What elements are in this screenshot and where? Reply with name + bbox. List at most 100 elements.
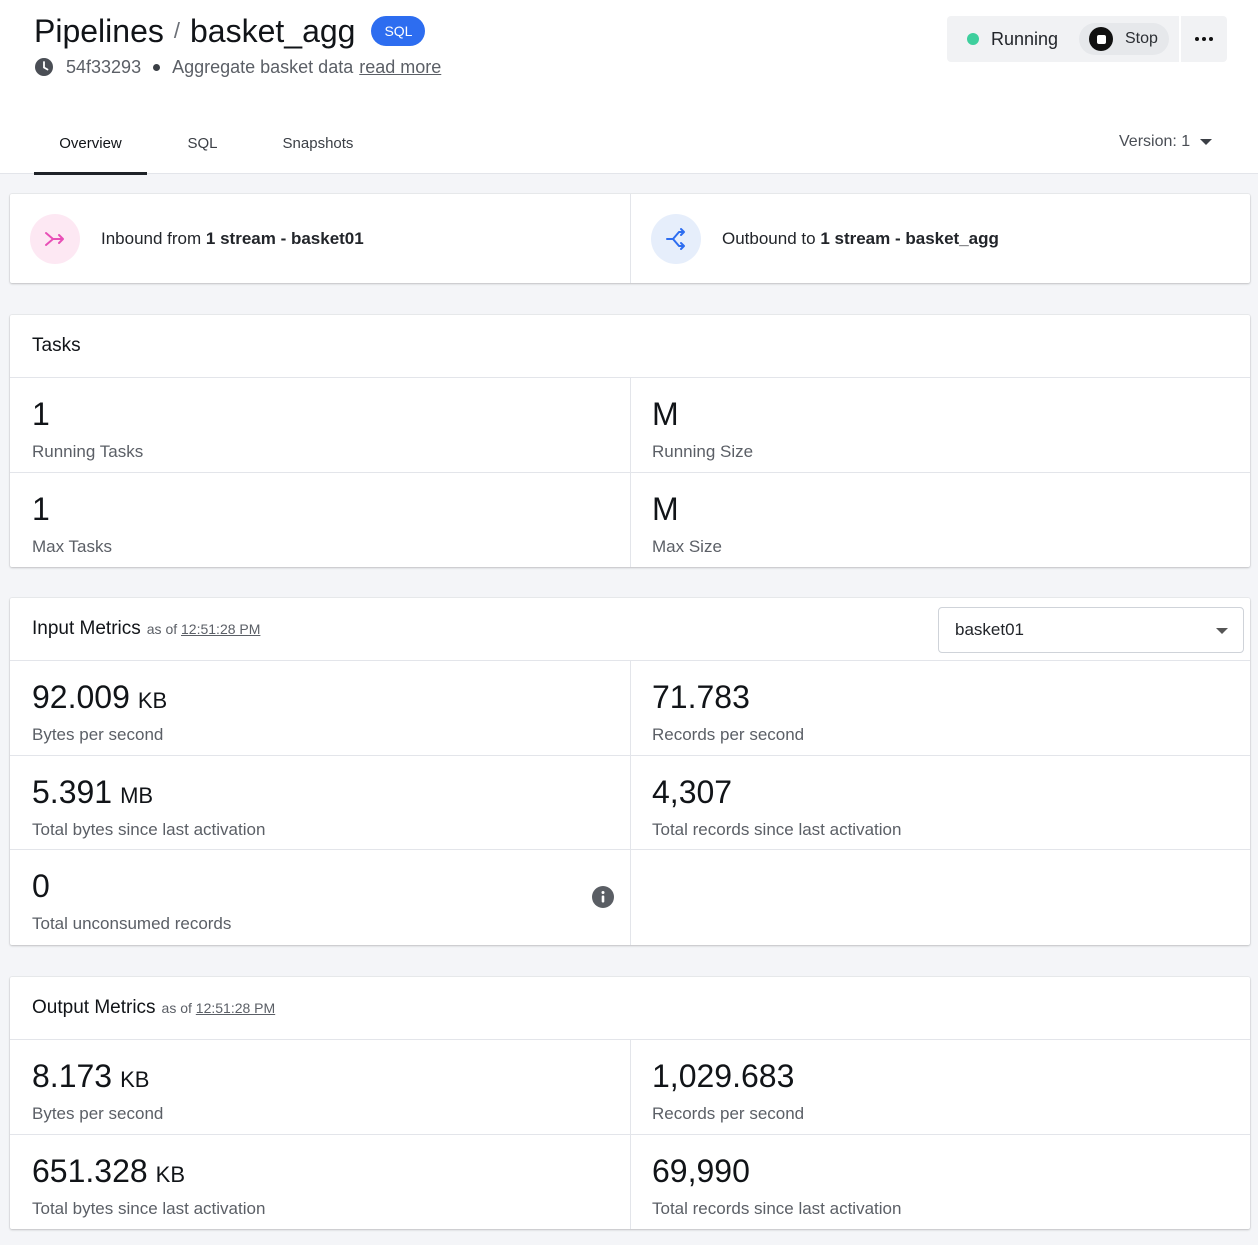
input-metrics-card: Input Metrics as of 12:51:28 PM basket01… (10, 598, 1250, 945)
stat-value: 1,029.683 (652, 1058, 795, 1094)
stat-label: Max Size (652, 536, 722, 556)
stat-label: Total bytes since last activation (32, 819, 266, 839)
as-of-time[interactable]: 12:51:28 PM (196, 1000, 275, 1016)
tab-bar: Overview SQL Snapshots (34, 112, 378, 175)
running-size-stat: M Running Size (630, 378, 1250, 473)
breadcrumb-separator: / (173, 18, 180, 43)
info-icon[interactable] (592, 886, 614, 908)
stat-value: 1 (32, 396, 50, 432)
stat-label: Running Size (652, 442, 754, 461)
outbound-stream-link[interactable]: 1 stream - basket_agg (820, 229, 999, 248)
as-of-prefix: as of (161, 1000, 192, 1016)
stat-value: 651.328 (32, 1152, 148, 1189)
status-indicator: Running (967, 16, 1058, 62)
chevron-down-icon (1216, 628, 1228, 634)
version-selector[interactable]: Version: 1 (1119, 130, 1213, 154)
as-of-prefix: as of (146, 621, 178, 637)
stat-label: Records per second (652, 725, 805, 744)
input-total-bytes: 5.391 MB Total bytes since last activatio… (10, 756, 630, 850)
stop-icon (1089, 27, 1113, 51)
read-more-link[interactable]: read more (359, 57, 441, 78)
streams-card: Inbound from 1 stream - basket01 Outboun… (10, 194, 1250, 283)
output-metrics-grid: 8.173 KB Bytes per second 1,029.683 Recor… (10, 1040, 1250, 1229)
stream-select-value: basket01 (955, 620, 1024, 639)
more-options-button[interactable] (1181, 16, 1227, 62)
stat-label: Running Tasks (32, 442, 144, 461)
stat-value: 1 (32, 490, 50, 527)
output-metrics-header: Output Metrics as of 12:51:28 PM (10, 977, 1250, 1040)
max-size-stat: M Max Size (630, 472, 1250, 567)
commit-hash: 54f33293 (66, 56, 142, 77)
input-metrics-title: Input Metrics (32, 618, 141, 639)
tasks-grid: 1 Running Tasks M Running Size 1 Max Tas… (10, 378, 1250, 567)
stat-value: M (652, 490, 679, 527)
status-text: Running (991, 28, 1059, 49)
running-tasks-stat: 1 Running Tasks (10, 378, 630, 473)
stream-select[interactable]: basket01 (938, 607, 1244, 653)
inbound-prefix: Inbound from (101, 228, 206, 248)
stat-value: 71.783 (652, 679, 750, 715)
input-total-records: 4,307 Total records since last activatio… (630, 755, 1250, 850)
breadcrumb-pipelines-link[interactable]: Pipelines (34, 13, 164, 50)
stat-unit: KB (137, 688, 168, 713)
inbound-stream-link[interactable]: 1 stream - basket01 (206, 229, 364, 248)
output-metrics-card: Output Metrics as of 12:51:28 PM 8.173 KB… (10, 977, 1250, 1229)
status-controls: Running Stop (947, 16, 1227, 62)
tab-sql[interactable]: SQL (147, 112, 258, 174)
version-label: Version: 1 (1119, 133, 1191, 150)
pipeline-name: basket_agg (189, 12, 356, 49)
caret-down-icon (1200, 139, 1213, 145)
stat-value: 5.391 (32, 773, 113, 810)
stat-value: 69,990 (652, 1152, 750, 1189)
output-records-per-second: 1,029.683 Records per second (630, 1040, 1250, 1135)
empty-cell (630, 850, 1250, 945)
outbound-stream[interactable]: Outbound to 1 stream - basket_agg (630, 194, 1250, 283)
inbound-text: Inbound from 1 stream - basket01 (101, 229, 364, 249)
inbound-merge-icon (30, 213, 80, 264)
stop-button[interactable]: Stop (1079, 23, 1169, 55)
output-bytes-per-second: 8.173 KB Bytes per second (10, 1040, 630, 1135)
outbound-text: Outbound to 1 stream - basket_agg (722, 229, 999, 249)
as-of-text: as of 12:51:28 PM (147, 621, 261, 637)
sql-badge: SQL (371, 16, 426, 46)
input-metrics-header: Input Metrics as of 12:51:28 PM basket01 (10, 598, 1250, 661)
stat-value: 92.009 (32, 679, 130, 715)
stat-label: Total bytes since last activation (32, 1198, 266, 1218)
output-metrics-title: Output Metrics (32, 997, 156, 1018)
inbound-stream[interactable]: Inbound from 1 stream - basket01 (10, 194, 630, 283)
as-of-time[interactable]: 12:51:28 PM (181, 621, 260, 637)
tab-snapshots[interactable]: Snapshots (258, 112, 378, 174)
input-unconsumed-records: 0 Total unconsumed records (10, 850, 630, 945)
output-total-records: 69,990 Total records since last activati… (630, 1134, 1250, 1229)
more-icon (1195, 37, 1199, 41)
stat-label: Records per second (652, 1104, 805, 1123)
input-records-per-second: 71.783 Records per second (630, 661, 1250, 756)
outbound-prefix: Outbound to (722, 228, 821, 248)
tasks-card: Tasks 1 Running Tasks M Running Size 1 M… (10, 315, 1250, 567)
output-total-bytes: 651.328 KB Total bytes since last activat… (10, 1135, 630, 1230)
stat-value: M (652, 396, 679, 432)
stat-label: Max Tasks (32, 536, 112, 556)
pipeline-description: Aggregate basket data (172, 56, 354, 77)
clock-icon (35, 58, 53, 76)
page-header: Pipelines / basket_agg SQL 54f33293 Aggr… (0, 0, 1258, 175)
outbound-split-icon (651, 213, 701, 264)
stat-value: 8.173 (32, 1058, 113, 1094)
tasks-title: Tasks (32, 335, 81, 356)
stat-unit: MB (120, 782, 154, 808)
stat-unit: KB (120, 1067, 150, 1092)
tab-overview[interactable]: Overview (34, 112, 147, 175)
input-bytes-per-second: 92.009 KB Bytes per second (10, 661, 630, 756)
as-of-text: as of 12:51:28 PM (162, 1000, 276, 1016)
max-tasks-stat: 1 Max Tasks (10, 473, 630, 568)
status-dot (967, 33, 979, 45)
stat-value: 0 (32, 868, 50, 904)
breadcrumb: Pipelines / basket_agg SQL (34, 12, 426, 50)
stat-unit: KB (155, 1161, 186, 1187)
stat-label: Bytes per second (32, 725, 164, 744)
stat-label: Total records since last activation (652, 819, 902, 839)
stat-label: Bytes per second (32, 1104, 164, 1123)
stat-value: 4,307 (652, 773, 733, 810)
input-metrics-grid: 92.009 KB Bytes per second 71.783 Records… (10, 661, 1250, 945)
meta-separator-dot (153, 63, 161, 71)
